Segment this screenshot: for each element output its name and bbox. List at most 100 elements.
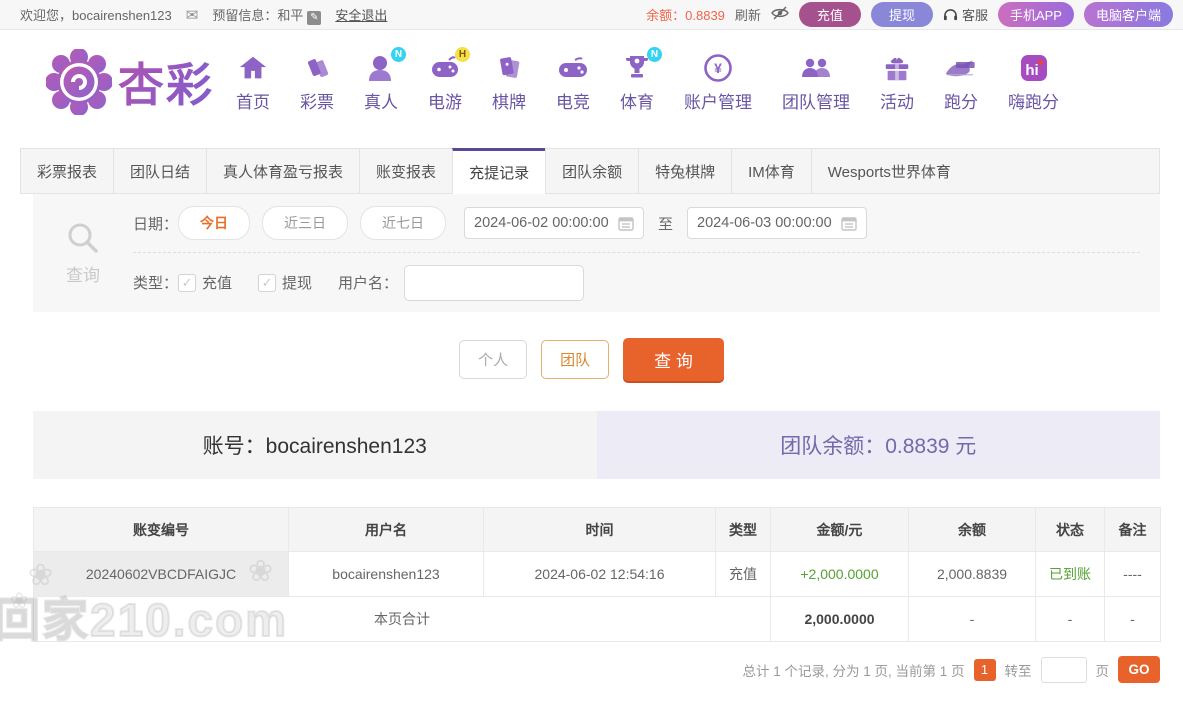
welcome-text: 欢迎您，bocairenshen123	[20, 5, 172, 24]
col-time: 时间	[484, 508, 716, 552]
username-input[interactable]	[404, 265, 584, 301]
cell-amount: +2,000.0000	[771, 552, 909, 597]
mobile-app-button[interactable]: 手机APP	[998, 2, 1074, 27]
scope-buttons-row: 个人 团队 查 询	[0, 338, 1183, 381]
col-amount: 金额/元	[771, 508, 909, 552]
nav-label: 团队管理	[782, 88, 850, 113]
esports-controller-icon	[556, 51, 590, 85]
nav-item-account[interactable]: ¥ 账户管理	[684, 51, 752, 113]
deposit-button[interactable]: 充值	[799, 2, 861, 27]
live-person-icon: N	[364, 51, 398, 85]
goto-page-input[interactable]	[1041, 657, 1087, 683]
nav-item-esports[interactable]: 电竞	[556, 51, 590, 113]
logout-link[interactable]: 安全退出	[335, 5, 387, 24]
nav-label: 电竞	[556, 88, 590, 113]
calendar-icon	[841, 216, 857, 231]
nav-item-sports[interactable]: N 体育	[620, 51, 654, 113]
badge-n: N	[647, 47, 662, 62]
records-table: 账变编号 用户名 时间 类型 金额/元 余额 状态 备注 20240602VBC…	[33, 507, 1161, 642]
nav-item-home[interactable]: 首页	[236, 51, 270, 113]
nav-label: 首页	[236, 88, 270, 113]
date-from-input[interactable]: 2024-06-02 00:00:00	[464, 207, 644, 239]
message-icon[interactable]: ✉	[186, 6, 199, 24]
pagination-info: 总计 1 个记录, 分为 1 页, 当前第 1 页	[742, 660, 964, 680]
cell-time: 2024-06-02 12:54:16	[484, 552, 716, 597]
nav-label: 跑分	[944, 88, 978, 113]
type-label: 类型：	[133, 272, 178, 293]
cell-balance: 2,000.8839	[909, 552, 1036, 597]
preset-today[interactable]: 今日	[178, 206, 250, 240]
nav-item-team[interactable]: 团队管理	[782, 51, 850, 113]
query-submit-button[interactable]: 查 询	[623, 338, 724, 381]
eye-slash-icon[interactable]	[771, 6, 789, 23]
preset-last3days[interactable]: 近三日	[262, 206, 348, 240]
nav-item-live[interactable]: N 真人	[364, 51, 398, 113]
logo-text: 杏彩	[118, 49, 214, 115]
tab-account-change[interactable]: 账变报表	[359, 149, 452, 193]
type-filter-row: 类型： ✓ 充值 ✓ 提现 用户名：	[133, 253, 1140, 312]
username-label: 用户名：	[338, 272, 398, 293]
cell-note: ----	[1105, 552, 1161, 597]
page-1-button[interactable]: 1	[974, 659, 996, 681]
summary-balance: -	[909, 597, 1036, 642]
customer-service[interactable]: 客服	[943, 5, 988, 24]
preset-last7days[interactable]: 近七日	[360, 206, 446, 240]
date-to-value: 2024-06-03 00:00:00	[697, 215, 832, 231]
query-icon-box: 查询	[33, 194, 133, 312]
checkbox-deposit[interactable]: ✓ 充值	[178, 272, 232, 293]
site-logo[interactable]: 杏彩	[46, 49, 214, 115]
nav-item-boardgames[interactable]: 棋牌	[492, 51, 526, 113]
tab-im-sports[interactable]: IM体育	[731, 149, 811, 193]
col-username: 用户名	[289, 508, 484, 552]
nav-item-egames[interactable]: H 电游	[428, 51, 462, 113]
svg-text:¥: ¥	[714, 60, 722, 76]
summary-status: -	[1036, 597, 1105, 642]
page: 欢迎您，bocairenshen123 ✉ 预留信息：和平✎ 安全退出 余额：0…	[0, 0, 1183, 705]
tab-lottery-report[interactable]: 彩票报表	[20, 149, 113, 193]
trophy-icon: N	[620, 51, 654, 85]
col-type: 类型	[716, 508, 771, 552]
svg-text:hi: hi	[1025, 62, 1038, 79]
tab-team-balance[interactable]: 团队余额	[545, 149, 638, 193]
pc-client-button[interactable]: 电脑客户端	[1084, 2, 1173, 27]
table-row: 20240602VBCDFAIGJC bocairenshen123 2024-…	[34, 552, 1161, 597]
summary-amount: 2,000.0000	[771, 597, 909, 642]
lottery-tickets-icon	[300, 51, 334, 85]
date-to-input[interactable]: 2024-06-03 00:00:00	[687, 207, 867, 239]
nav-item-paofen[interactable]: 跑分	[944, 51, 978, 113]
reserved-info-text: 预留信息：和平	[212, 8, 303, 23]
col-status: 状态	[1036, 508, 1105, 552]
team-scope-button[interactable]: 团队	[541, 340, 609, 379]
nav-item-lottery[interactable]: 彩票	[300, 51, 334, 113]
refresh-link[interactable]: 刷新	[735, 5, 761, 24]
table-summary-row: 本页合计 2,000.0000 - - -	[34, 597, 1161, 642]
go-button[interactable]: GO	[1118, 656, 1160, 683]
checkbox-withdraw[interactable]: ✓ 提现	[258, 272, 312, 293]
query-icon-label: 查询	[66, 261, 100, 286]
search-icon	[66, 221, 100, 255]
tab-deposit-withdraw-records[interactable]: 充提记录	[452, 148, 545, 194]
edit-icon[interactable]: ✎	[307, 11, 321, 25]
cell-status: 已到账	[1036, 552, 1105, 597]
personal-scope-button[interactable]: 个人	[459, 340, 527, 379]
nav-label: 棋牌	[492, 88, 526, 113]
nav-label: 彩票	[300, 88, 334, 113]
tab-live-sports-pnl[interactable]: 真人体育盈亏报表	[206, 149, 359, 193]
nav-item-hi-paofen[interactable]: hi 嗨跑分	[1008, 51, 1059, 113]
withdraw-button[interactable]: 提现	[871, 2, 933, 27]
tab-team-daily[interactable]: 团队日结	[113, 149, 206, 193]
date-label: 日期：	[133, 213, 178, 234]
nav-label: 体育	[620, 88, 654, 113]
to-label: 至	[658, 213, 673, 234]
goto-label: 转至	[1005, 660, 1032, 680]
pagination: 总计 1 个记录, 分为 1 页, 当前第 1 页 1 转至 页 GO	[33, 656, 1160, 683]
gamepad-icon: H	[428, 51, 462, 85]
nav-label: 电游	[428, 88, 462, 113]
tab-wesports[interactable]: Wesports世界体育	[811, 149, 967, 193]
topbar: 欢迎您，bocairenshen123 ✉ 预留信息：和平✎ 安全退出 余额：0…	[0, 0, 1183, 30]
nav-item-promotions[interactable]: 活动	[880, 51, 914, 113]
customer-service-label: 客服	[962, 5, 988, 24]
checkbox-withdraw-label: 提现	[282, 272, 312, 293]
tab-tetu-boardgames[interactable]: 特兔棋牌	[638, 149, 731, 193]
paofen-logo-icon	[944, 51, 978, 85]
